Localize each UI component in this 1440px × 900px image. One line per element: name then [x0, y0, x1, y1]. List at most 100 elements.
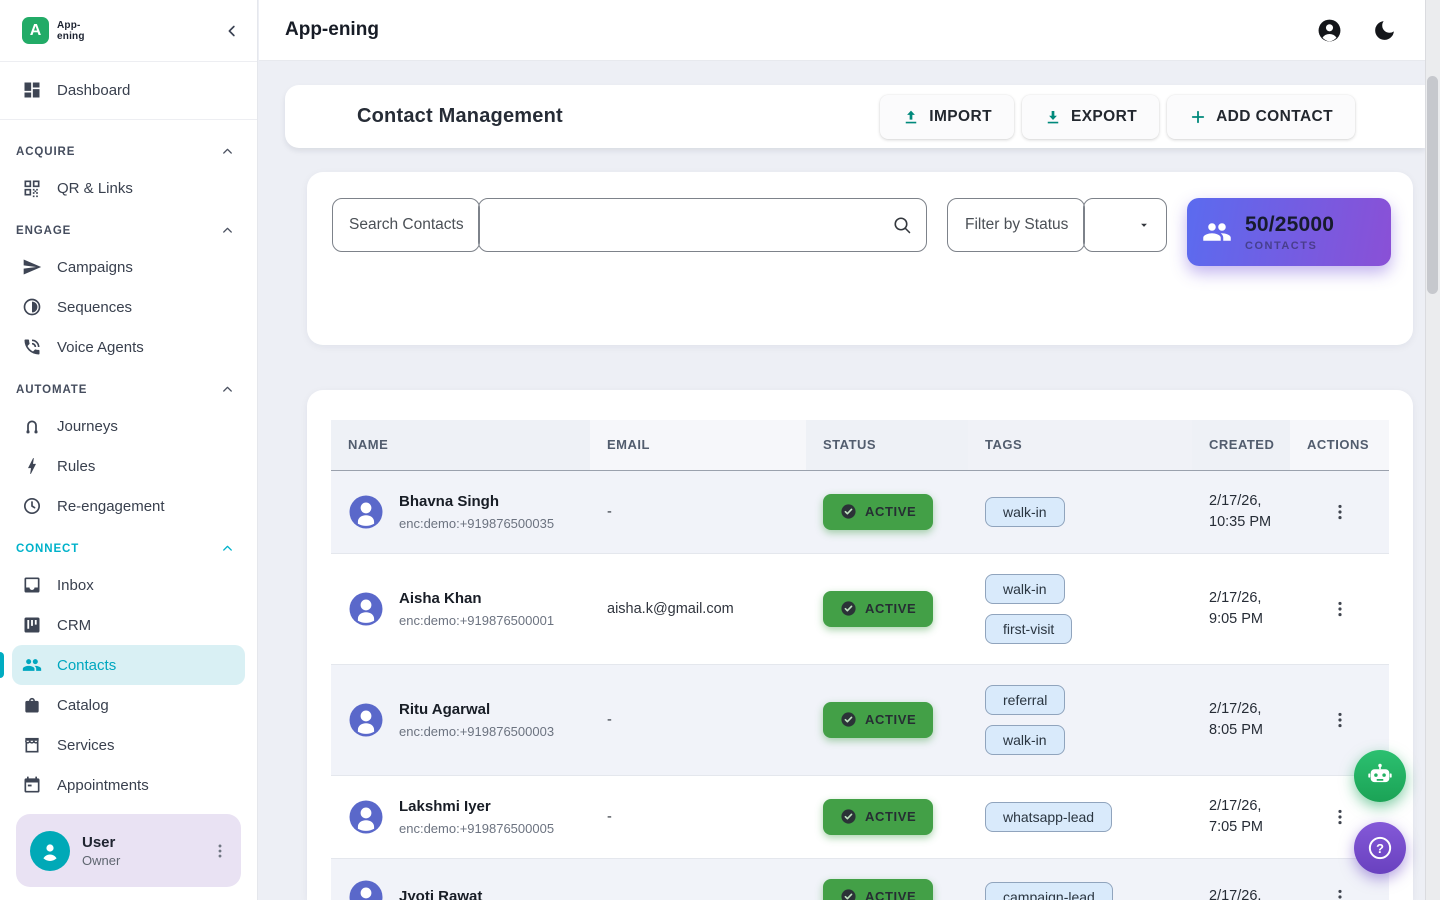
- contact-name: Lakshmi Iyer: [399, 798, 554, 815]
- status-badge: ACTIVE: [823, 799, 933, 835]
- sidebar-nav: Dashboard ACQUIREQR & LinksENGAGECampaig…: [0, 62, 257, 802]
- status-badge: ACTIVE: [823, 702, 933, 738]
- contact-texts: Jyoti Rawat: [399, 888, 482, 900]
- check-circle-icon: [840, 888, 857, 900]
- chevron-up-icon: [220, 382, 235, 397]
- svg-text:?: ?: [1376, 841, 1384, 856]
- name-cell: Lakshmi Iyerenc:demo:+919876500005: [331, 775, 590, 858]
- scrollbar-thumb[interactable]: [1427, 76, 1438, 294]
- sidebar-item-qr-links[interactable]: QR & Links: [12, 168, 245, 208]
- dark-mode-icon[interactable]: [1372, 18, 1397, 43]
- counter-texts: 50/25000 CONTACTS: [1245, 213, 1334, 252]
- sidebar-item-appointments[interactable]: Appointments: [12, 765, 245, 802]
- sidebar-item-re-engagement[interactable]: Re-engagement: [12, 486, 245, 526]
- user-meta: User Owner: [82, 834, 120, 868]
- row-actions-button[interactable]: [1330, 887, 1350, 900]
- topbar: App-ening: [259, 0, 1425, 61]
- page-actions: IMPORTEXPORTADD CONTACT: [880, 95, 1425, 139]
- app-title: App-ening: [285, 19, 379, 41]
- sidebar-item-services[interactable]: Services: [12, 725, 245, 765]
- user-card: User Owner: [16, 814, 241, 887]
- contacts-table: NAMEEMAILSTATUSTAGSCREATEDACTIONS Bhavna…: [331, 420, 1389, 900]
- created-date: 2/17/26,: [1209, 886, 1290, 900]
- sequence-icon: [22, 297, 42, 317]
- avatar-person-icon: [348, 879, 384, 900]
- created-cell: 2/17/26,10:35 PM: [1192, 470, 1290, 553]
- user-menu-button[interactable]: [211, 842, 229, 860]
- row-actions-button[interactable]: [1330, 710, 1350, 730]
- sidebar-item-dashboard[interactable]: Dashboard: [12, 70, 245, 110]
- import-button[interactable]: IMPORT: [880, 95, 1014, 139]
- section-header-engage[interactable]: ENGAGE: [12, 208, 245, 247]
- created-line1: 2/17/26,: [1209, 699, 1290, 720]
- sidebar-item-label: Re-engagement: [57, 498, 165, 515]
- row-actions-button[interactable]: [1330, 807, 1350, 827]
- check-circle-icon: [840, 808, 857, 825]
- send-icon: [22, 257, 42, 277]
- contact-texts: Ritu Agarwalenc:demo:+919876500003: [399, 701, 554, 739]
- column-header-actions: ACTIONS: [1290, 420, 1389, 470]
- user-name: User: [82, 834, 120, 851]
- avatar-person-icon: [348, 702, 384, 738]
- contact-email: -: [607, 504, 612, 520]
- sidebar-item-rules[interactable]: Rules: [12, 446, 245, 486]
- contact-name-wrap: Ritu Agarwalenc:demo:+919876500003: [348, 701, 590, 739]
- status-cell: ACTIVE: [806, 553, 968, 664]
- chevron-up-icon: [220, 223, 235, 238]
- sidebar-item-contacts[interactable]: Contacts: [12, 645, 245, 685]
- route-icon: [22, 416, 42, 436]
- sidebar-item-inbox[interactable]: Inbox: [12, 565, 245, 605]
- status-filter-select[interactable]: Filter by Status: [947, 198, 1167, 252]
- column-header-tags: TAGS: [968, 420, 1192, 470]
- search-input[interactable]: Search Contacts: [332, 198, 927, 252]
- tag-pill: whatsapp-lead: [985, 802, 1112, 832]
- sidebar-divider: [0, 119, 257, 120]
- name-cell: Jyoti Rawat: [331, 858, 590, 900]
- sidebar-item-voice-agents[interactable]: Voice Agents: [12, 327, 245, 367]
- created-cell: 2/17/26,9:05 PM: [1192, 553, 1290, 664]
- filter-placeholder: Filter by Status: [965, 216, 1068, 234]
- help-fab-button[interactable]: ?: [1354, 822, 1406, 874]
- name-cell: Aisha Khanenc:demo:+919876500001: [331, 553, 590, 664]
- section-header-connect[interactable]: CONNECT: [12, 526, 245, 565]
- section-label: CONNECT: [16, 543, 79, 555]
- contact-avatar-icon: [348, 494, 384, 530]
- section-label: AUTOMATE: [16, 384, 87, 396]
- account-icon[interactable]: [1317, 18, 1342, 43]
- contacts-table-card: NAMEEMAILSTATUSTAGSCREATEDACTIONS Bhavna…: [307, 390, 1413, 900]
- export-button[interactable]: EXPORT: [1022, 95, 1159, 139]
- status-cell: ACTIVE: [806, 858, 968, 900]
- upload-icon: [902, 108, 920, 126]
- created-cell: 2/17/26,8:05 PM: [1192, 664, 1290, 775]
- section-header-acquire[interactable]: ACQUIRE: [12, 129, 245, 168]
- chatbot-fab-button[interactable]: [1354, 750, 1406, 802]
- row-actions-button[interactable]: [1330, 599, 1350, 619]
- actions-cell: [1290, 470, 1389, 553]
- row-actions-button[interactable]: [1330, 502, 1350, 522]
- calendar-icon: [22, 775, 42, 795]
- section-header-automate[interactable]: AUTOMATE: [12, 367, 245, 406]
- sidebar-sections: ACQUIREQR & LinksENGAGECampaignsSequence…: [12, 129, 245, 802]
- contact-texts: Aisha Khanenc:demo:+919876500001: [399, 590, 554, 628]
- add-contact-button[interactable]: ADD CONTACT: [1167, 95, 1355, 139]
- contact-email: -: [607, 712, 612, 728]
- created-line1: 2/17/26,: [1209, 886, 1290, 900]
- sidebar-collapse-button[interactable]: [223, 22, 241, 40]
- contact-avatar-icon: [348, 591, 384, 627]
- avatar-person-icon: [348, 591, 384, 627]
- sidebar-item-sequences[interactable]: Sequences: [12, 287, 245, 327]
- status-cell: ACTIVE: [806, 470, 968, 553]
- status-label: ACTIVE: [865, 601, 916, 616]
- logo-line1: App-: [57, 20, 85, 31]
- sidebar-item-label: Services: [57, 737, 115, 754]
- search-icon[interactable]: [892, 215, 912, 235]
- sidebar-item-campaigns[interactable]: Campaigns: [12, 247, 245, 287]
- status-cell: ACTIVE: [806, 664, 968, 775]
- sidebar-item-crm[interactable]: CRM: [12, 605, 245, 645]
- contact-texts: Lakshmi Iyerenc:demo:+919876500005: [399, 798, 554, 836]
- sidebar-item-journeys[interactable]: Journeys: [12, 406, 245, 446]
- sidebar-item-catalog[interactable]: Catalog: [12, 685, 245, 725]
- contact-name-wrap: Aisha Khanenc:demo:+919876500001: [348, 590, 590, 628]
- kebab-icon: [1330, 599, 1350, 619]
- chevron-up-icon: [220, 144, 235, 159]
